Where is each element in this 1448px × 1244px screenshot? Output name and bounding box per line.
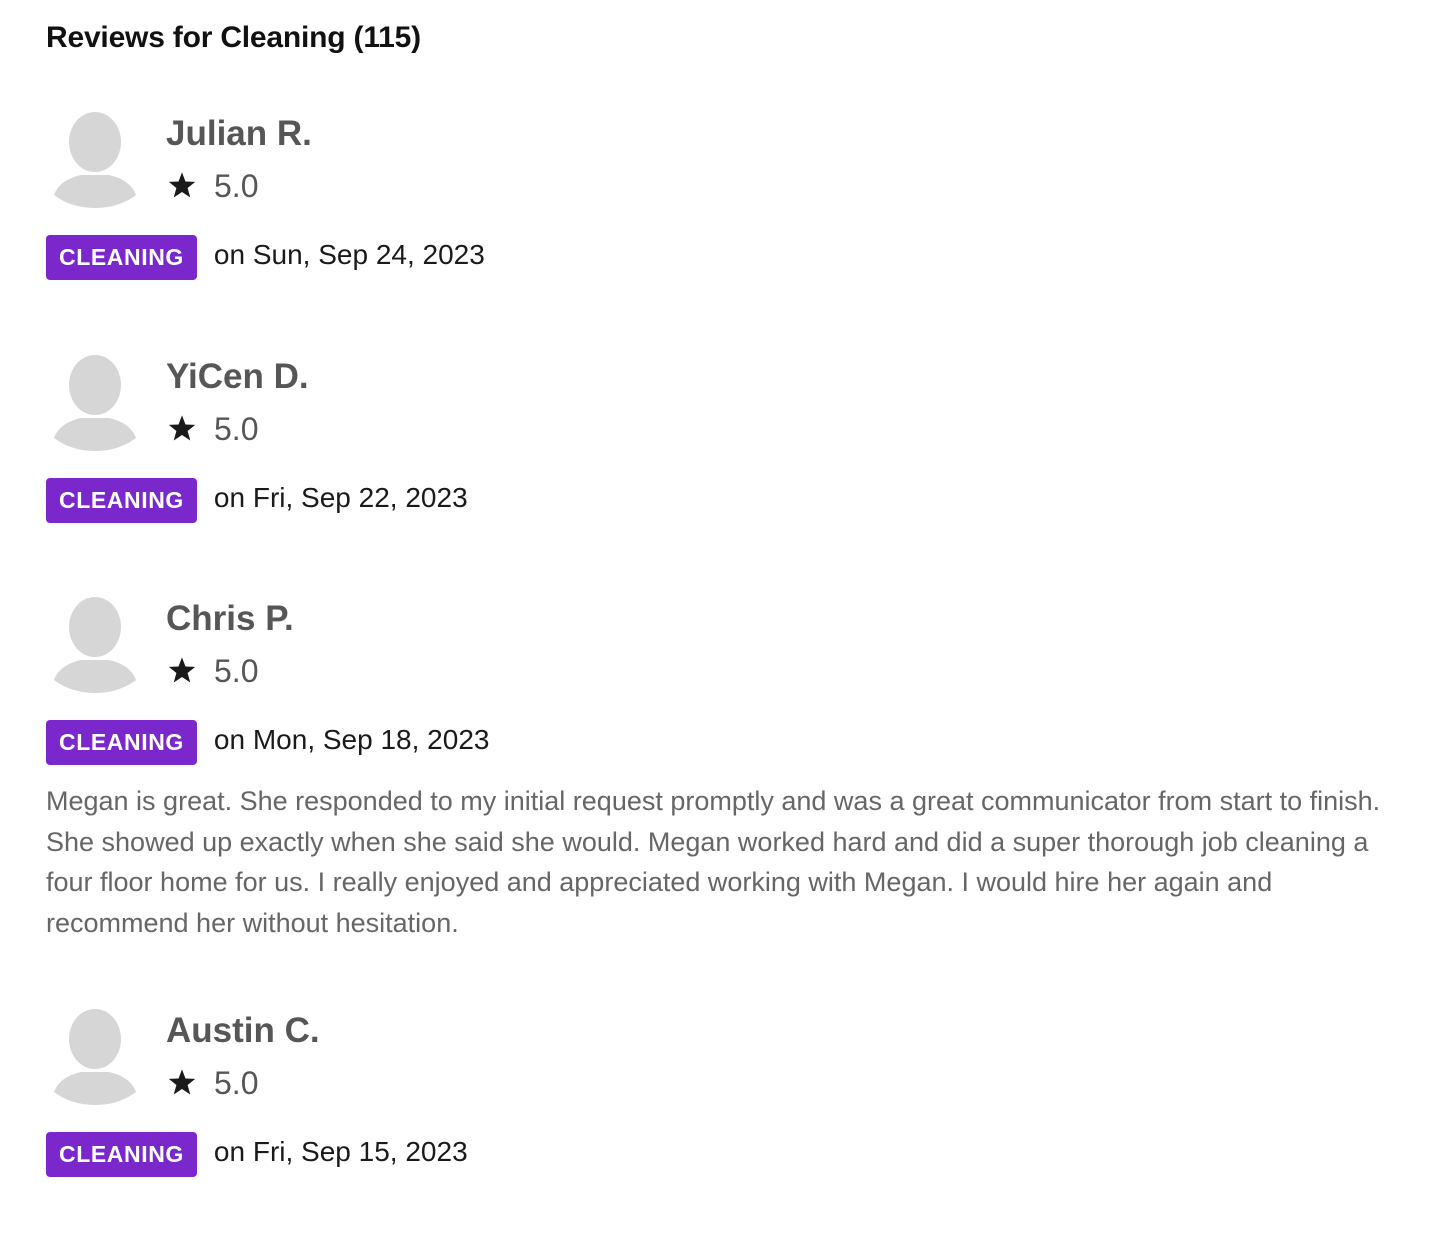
category-badge: CLEANING [46,235,197,280]
star-icon [168,415,196,441]
review-meta: CLEANING on Mon, Sep 18, 2023 [46,720,489,765]
review-date: on Mon, Sep 18, 2023 [213,723,490,755]
review-text: Megan is great. She responded to my init… [46,786,1381,938]
reviews-page: Reviews for Cleaning (115) Julian R. 5.0… [0,0,1448,1244]
category-badge: CLEANING [46,720,197,765]
review-date: on Fri, Sep 22, 2023 [213,481,468,513]
rating-value: 5.0 [214,168,259,204]
default-avatar-icon [54,112,136,208]
reviewer-name: Julian R. [166,114,312,153]
category-badge: CLEANING [46,478,197,523]
review-meta: CLEANING on Fri, Sep 22, 2023 [46,478,468,523]
reviewer-name: Chris P. [166,599,294,638]
default-avatar-icon [54,1009,136,1105]
rating-value: 5.0 [214,1065,259,1101]
reviewer-name: YiCen D. [166,357,309,396]
default-avatar-icon [54,355,136,451]
reviewer-name: Austin C. [166,1011,320,1050]
review-date: on Fri, Sep 15, 2023 [213,1135,468,1167]
reviews-heading: Reviews for Cleaning (115) [46,21,421,54]
rating: 5.0 [166,649,258,693]
rating-value: 5.0 [214,653,259,689]
review-meta: CLEANING on Sun, Sep 24, 2023 [46,235,485,280]
review-date: on Sun, Sep 24, 2023 [213,238,485,270]
star-icon [168,1069,196,1095]
star-icon [168,657,196,683]
rating: 5.0 [166,407,258,451]
star-icon [168,172,196,198]
category-badge: CLEANING [46,1132,197,1177]
review-meta: CLEANING on Fri, Sep 15, 2023 [46,1132,468,1177]
default-avatar-icon [54,597,136,693]
rating-value: 5.0 [214,411,259,447]
rating: 5.0 [166,164,258,208]
rating: 5.0 [166,1061,258,1105]
